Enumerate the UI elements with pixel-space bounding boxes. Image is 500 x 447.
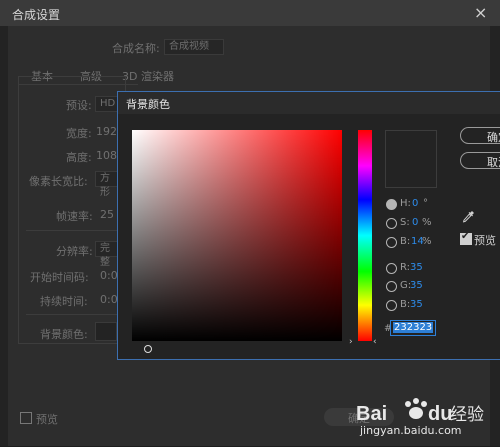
preset-label: 预设:: [66, 99, 92, 112]
hex-input-value: 232323: [393, 322, 434, 333]
checkmark-icon: ✔: [461, 231, 470, 242]
resolution-label: 分辨率:: [56, 245, 93, 258]
duration-label: 持续时间:: [40, 295, 88, 308]
watermark: Bai du 经验 jingyan.baidu.com: [350, 394, 500, 447]
watermark-url: jingyan.baidu.com: [360, 424, 462, 437]
green-value[interactable]: 35: [410, 280, 423, 291]
hex-input[interactable]: 232323: [390, 320, 436, 336]
saturation-brightness-field[interactable]: [132, 130, 342, 353]
background-color-label: 背景颜色:: [40, 328, 88, 341]
resolution-select[interactable]: 完整: [95, 241, 119, 268]
svg-text:du: du: [428, 403, 452, 425]
picker-ok-button[interactable]: 确定: [460, 127, 500, 144]
frame-rate-label: 帧速率:: [56, 210, 93, 223]
width-label: 宽度:: [66, 127, 92, 140]
section-divider: [26, 230, 120, 231]
color-picker-title: 背景颜色: [126, 98, 170, 111]
svg-text:Bai: Bai: [356, 403, 387, 425]
start-timecode-label: 开始时间码:: [30, 271, 89, 284]
brightness-unit: %: [422, 236, 432, 247]
picker-cancel-label: 取消: [487, 156, 500, 169]
hue-unit: °: [423, 198, 428, 209]
comp-name-label: 合成名称:: [112, 42, 160, 55]
eyedropper-icon[interactable]: [462, 210, 475, 223]
preset-select[interactable]: HD: [95, 96, 119, 112]
tab-3d-renderer[interactable]: 3D 渲染器: [122, 68, 174, 84]
hue-radio[interactable]: [386, 199, 397, 210]
pixel-aspect-select[interactable]: 方形: [95, 171, 119, 198]
blue-key: B:: [400, 299, 411, 310]
saturation-radio[interactable]: [386, 218, 397, 229]
color-picker-dialog: 背景颜色 › ‹ H: 0 ° S: 0 % B: 14 % R: 35 G: …: [117, 91, 500, 360]
brightness-radio[interactable]: [386, 237, 397, 248]
hue-slider[interactable]: [358, 130, 372, 341]
comp-titlebar: 合成设置 ×: [0, 0, 500, 26]
picker-cancel-button[interactable]: 取消: [460, 152, 500, 169]
saturation-key: S:: [400, 217, 410, 228]
comp-preview-checkbox[interactable]: [20, 412, 32, 424]
red-value[interactable]: 35: [410, 262, 423, 273]
pixel-aspect-label: 像素长宽比:: [29, 175, 88, 188]
green-radio[interactable]: [386, 281, 397, 292]
picker-ok-label: 确定: [487, 131, 500, 144]
watermark-brand: 经验: [450, 405, 484, 425]
hue-slider-left-arrow-icon[interactable]: ›: [349, 337, 353, 347]
red-key: R:: [400, 262, 411, 273]
background-color-swatch[interactable]: [95, 322, 117, 341]
hue-slider-right-arrow-icon[interactable]: ‹: [373, 337, 377, 347]
brightness-key: B:: [400, 236, 411, 247]
picker-preview-label: 预览: [474, 234, 496, 247]
color-picker-titlebar: 背景颜色: [118, 92, 500, 114]
hue-value[interactable]: 0: [412, 198, 418, 209]
picker-preview-checkbox[interactable]: ✔: [460, 231, 472, 245]
frame-rate-value[interactable]: 25: [100, 208, 114, 221]
comp-preview-label: 预览: [36, 413, 58, 426]
color-preview-swatch: [385, 130, 437, 188]
saturation-value[interactable]: 0: [412, 217, 418, 228]
hue-key: H:: [400, 198, 411, 209]
close-icon[interactable]: ×: [474, 3, 487, 22]
saturation-unit: %: [422, 217, 432, 228]
comp-title: 合成设置: [12, 8, 61, 22]
color-field-marker[interactable]: [144, 345, 152, 353]
blue-radio[interactable]: [386, 300, 397, 311]
comp-name-input[interactable]: 合成视频: [164, 39, 224, 55]
height-label: 高度:: [66, 151, 92, 164]
blue-value[interactable]: 35: [410, 299, 423, 310]
section-divider-2: [26, 314, 120, 315]
red-radio[interactable]: [386, 263, 397, 274]
